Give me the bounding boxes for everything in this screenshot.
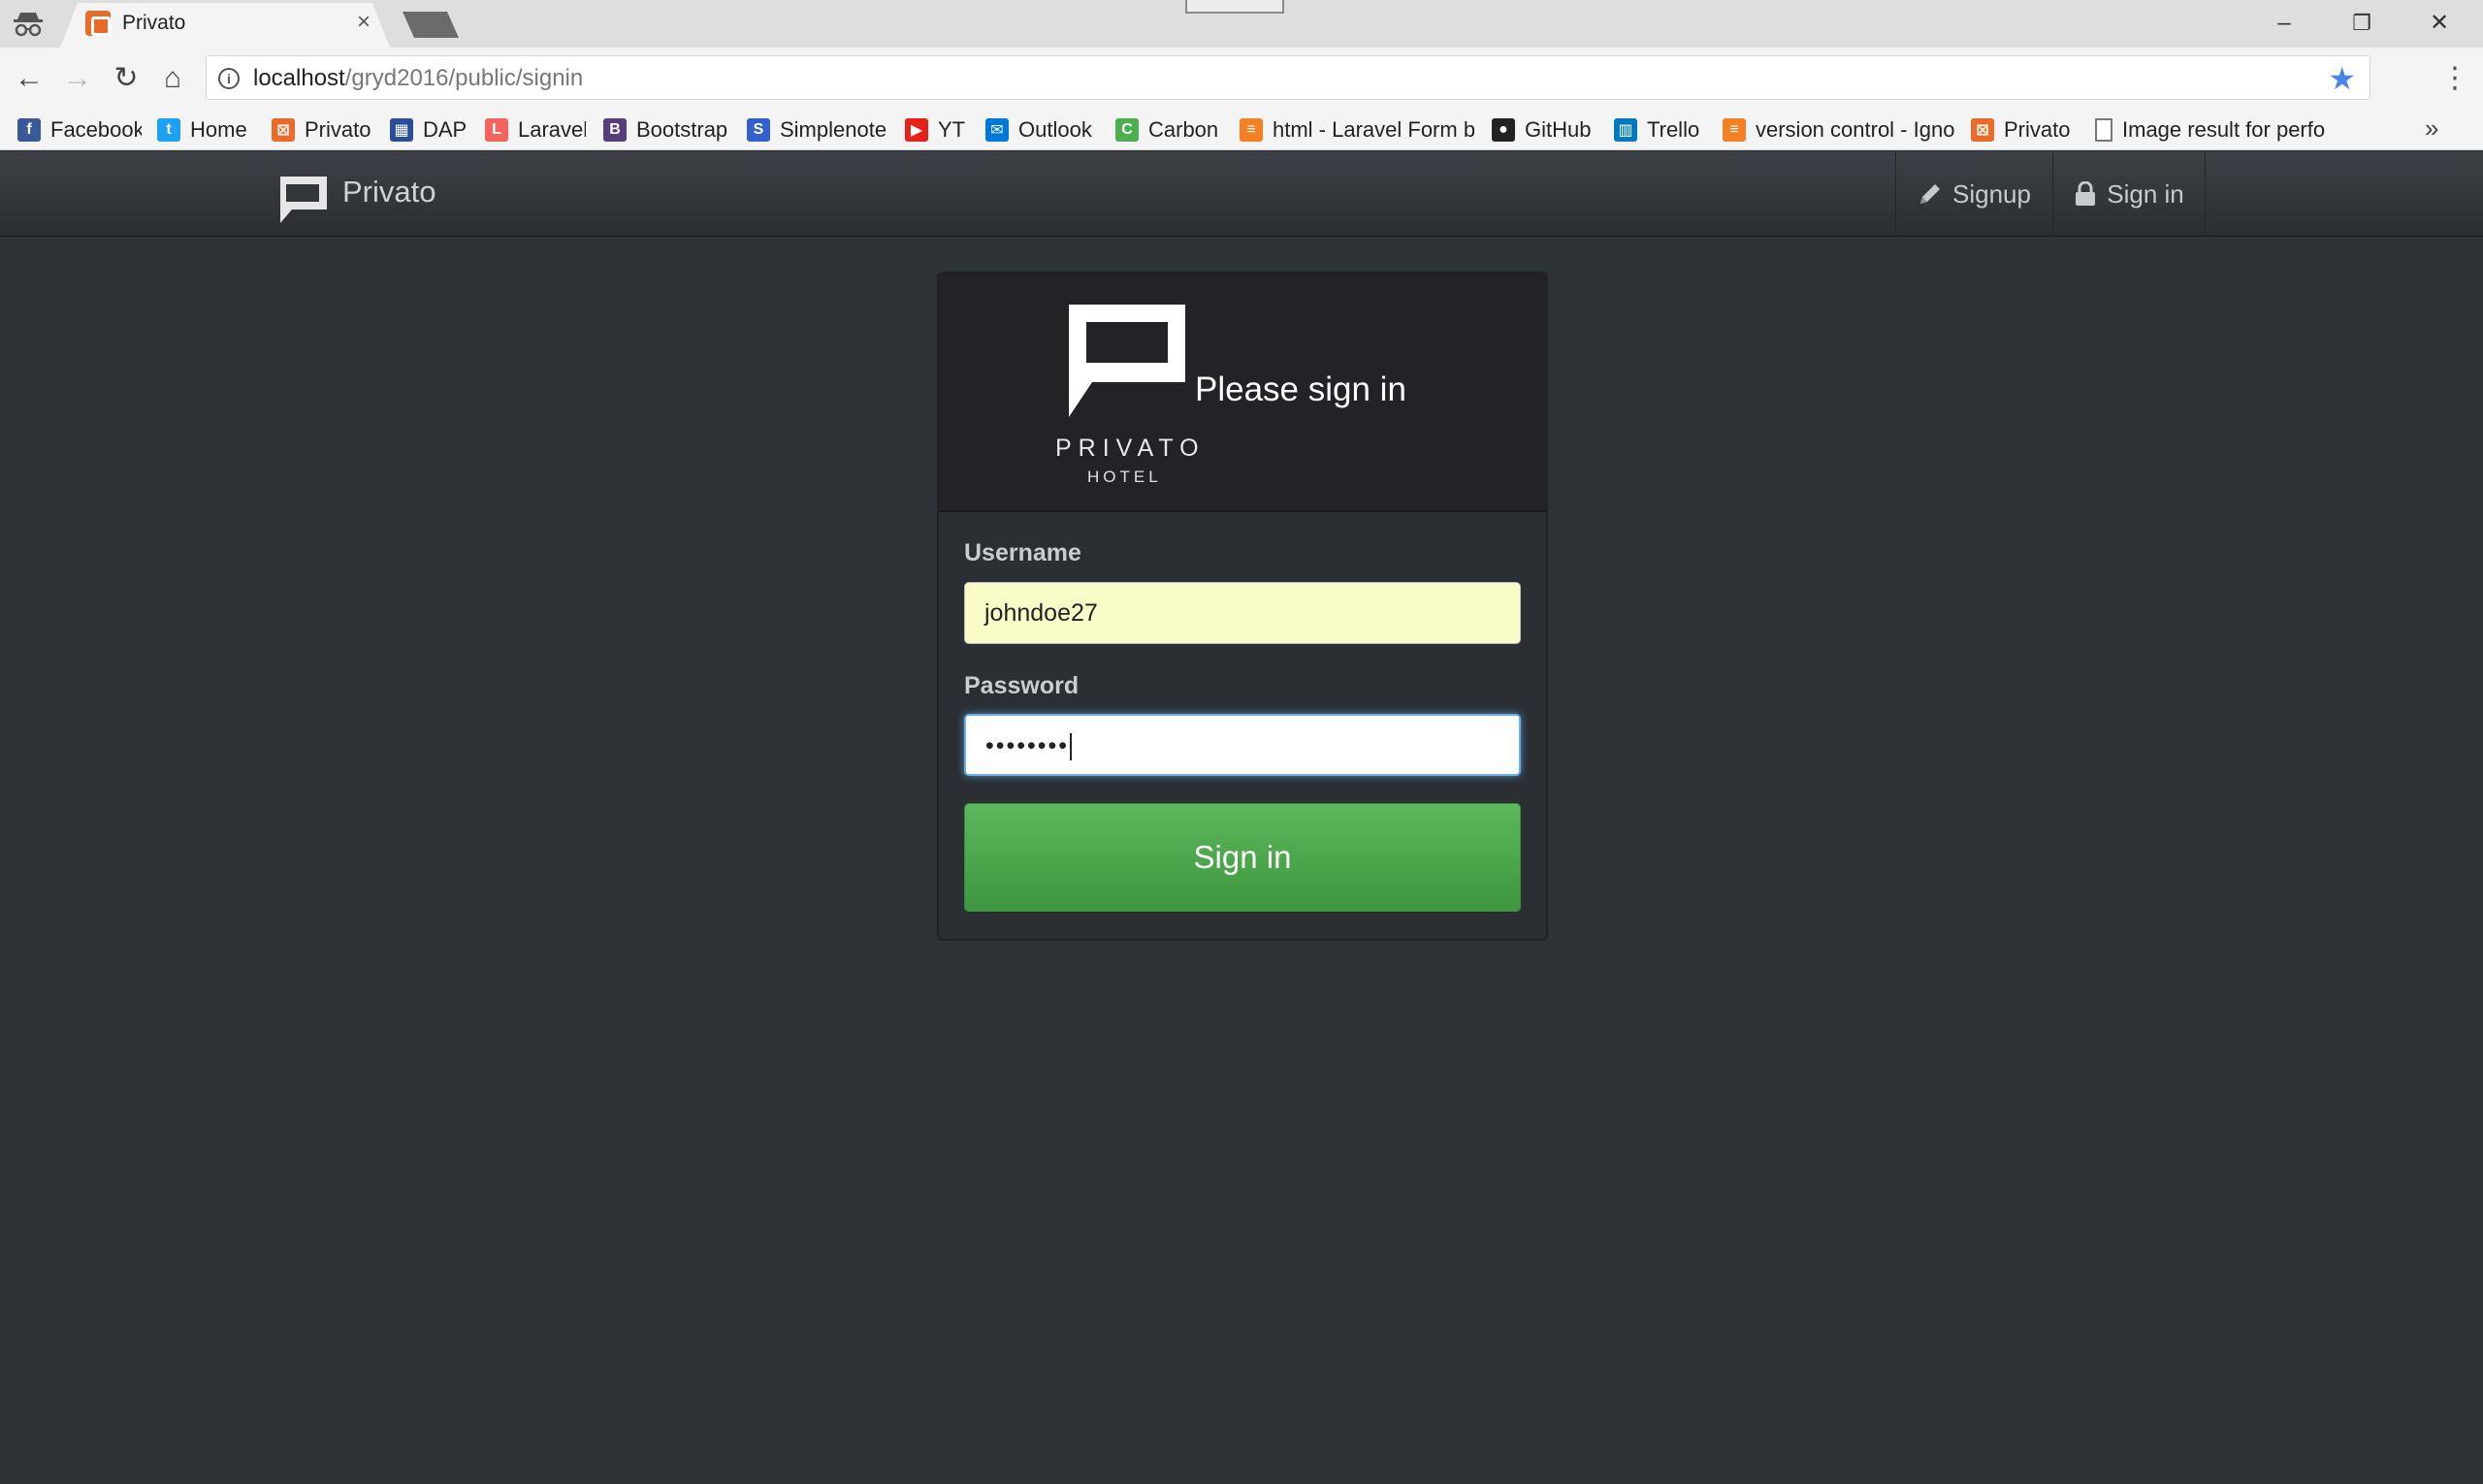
bookmark-label: Carbon bbox=[1148, 117, 1219, 142]
carbon-icon: C bbox=[1115, 118, 1139, 142]
site-info-icon[interactable]: i bbox=[218, 68, 240, 89]
stackoverflow-icon: ≡ bbox=[1723, 118, 1746, 142]
bookmark-item[interactable]: L Laravel bbox=[485, 110, 586, 150]
bookmark-label: Outlook bbox=[1018, 117, 1092, 142]
restore-button[interactable]: ❐ bbox=[2333, 8, 2391, 39]
forward-button[interactable]: → bbox=[58, 59, 97, 98]
bookmark-item[interactable]: f Facebook bbox=[17, 110, 142, 150]
bookmark-item[interactable]: ▦ DAP bbox=[390, 110, 468, 150]
address-bar[interactable]: i localhost/gryd2016/public/signin ★ bbox=[206, 55, 2370, 100]
bookmark-label: YT bbox=[938, 117, 966, 142]
signin-title: Please sign in bbox=[1195, 371, 1406, 408]
outlook-icon: ✉ bbox=[985, 118, 1009, 142]
bookmark-item[interactable]: ▥ Trello bbox=[1614, 110, 1705, 150]
close-window-button[interactable]: ✕ bbox=[2410, 8, 2468, 39]
bookmark-label: Simplenote bbox=[780, 117, 887, 142]
signin-link[interactable]: Sign in bbox=[2052, 151, 2206, 237]
bookmark-label: Home bbox=[190, 117, 247, 142]
github-icon: ● bbox=[1492, 118, 1515, 142]
browser-toolbar: ← → ↻ ⌂ i localhost/gryd2016/public/sign… bbox=[0, 48, 2483, 110]
bookmark-label: Privato bbox=[2004, 117, 2071, 142]
signin-panel: PRIVATO HOTEL Please sign in Username jo… bbox=[937, 272, 1548, 941]
page-icon bbox=[2095, 118, 2112, 142]
close-tab-icon[interactable]: × bbox=[357, 9, 371, 36]
bookmark-item[interactable]: ▶ YT bbox=[905, 110, 967, 150]
dap-icon: ▦ bbox=[390, 118, 413, 142]
url-text[interactable]: localhost/gryd2016/public/signin bbox=[253, 65, 583, 92]
bookmark-item[interactable]: ⊠ Privato bbox=[1971, 110, 2083, 150]
xampp-icon: ⊠ bbox=[1971, 118, 1994, 142]
tab-title: Privato bbox=[122, 12, 186, 34]
bookmark-star-icon[interactable]: ★ bbox=[2328, 60, 2356, 97]
privato-hotel-logo-icon bbox=[1067, 305, 1185, 417]
pencil-icon bbox=[1920, 184, 1941, 204]
bookmark-item[interactable]: ≡ html - Laravel Form b bbox=[1240, 110, 1474, 150]
username-input[interactable]: johndoe27 bbox=[964, 582, 1521, 644]
simplenote-icon: S bbox=[747, 118, 770, 142]
youtube-icon: ▶ bbox=[905, 118, 928, 142]
more-bookmarks-icon[interactable]: » bbox=[2425, 113, 2438, 144]
xampp-icon bbox=[85, 11, 111, 36]
password-label: Password bbox=[964, 672, 1080, 699]
signin-button[interactable]: Sign in bbox=[964, 803, 1521, 912]
password-input[interactable]: •••••••• bbox=[964, 714, 1521, 776]
bookmark-label: Privato bbox=[305, 117, 371, 142]
logo-subtitle: HOTEL bbox=[1087, 468, 1162, 486]
twitter-icon: t bbox=[157, 118, 180, 142]
browser-tab-strip: Privato × – ❐ ✕ bbox=[0, 0, 2483, 48]
bookmark-item[interactable]: ≡ version control - Igno bbox=[1723, 110, 1955, 150]
signup-link[interactable]: Signup bbox=[1895, 151, 2052, 237]
brand-name[interactable]: Privato bbox=[342, 175, 435, 210]
new-tab-button[interactable] bbox=[403, 12, 459, 38]
signin-label: Sign in bbox=[2107, 178, 2184, 209]
username-value: johndoe27 bbox=[984, 599, 1098, 627]
signin-panel-header: PRIVATO HOTEL Please sign in bbox=[939, 274, 1546, 512]
bookmark-label: GitHub bbox=[1525, 117, 1592, 142]
privato-logo-icon[interactable] bbox=[276, 175, 329, 225]
bookmark-item[interactable]: ✉ Outlook bbox=[985, 110, 1102, 150]
bookmark-label: html - Laravel Form b bbox=[1273, 117, 1474, 142]
trello-icon: ▥ bbox=[1614, 118, 1637, 142]
url-host: localhost bbox=[253, 65, 345, 91]
bookmark-item[interactable]: Image result for perfo bbox=[2095, 110, 2328, 150]
bookmark-label: DAP bbox=[423, 117, 468, 142]
incognito-icon bbox=[14, 13, 43, 37]
text-caret bbox=[1070, 733, 1073, 761]
facebook-icon: f bbox=[17, 118, 41, 142]
lock-icon bbox=[2076, 181, 2096, 206]
reload-button[interactable]: ↻ bbox=[107, 59, 145, 98]
bookmark-item[interactable]: S Simplenote bbox=[747, 110, 890, 150]
home-button[interactable]: ⌂ bbox=[153, 59, 192, 98]
xampp-icon: ⊠ bbox=[272, 118, 295, 142]
stackoverflow-icon: ≡ bbox=[1240, 118, 1263, 142]
bookmark-label: Image result for perfo bbox=[2122, 117, 2326, 142]
url-path: /gryd2016/public/signin bbox=[344, 65, 584, 91]
bookmark-label: version control - Igno bbox=[1756, 117, 1955, 142]
bookmark-label: Facebook bbox=[50, 117, 142, 142]
bootstrap-icon: B bbox=[603, 118, 627, 142]
bookmark-item[interactable]: ⊠ Privato bbox=[272, 110, 376, 150]
bookmark-label: Bootstrap bbox=[636, 117, 727, 142]
bookmark-item[interactable]: ● GitHub bbox=[1492, 110, 1598, 150]
password-value: •••••••• bbox=[985, 732, 1070, 759]
signup-label: Signup bbox=[1952, 178, 2031, 209]
browser-menu-icon[interactable]: ⋮ bbox=[2440, 59, 2469, 98]
bookmark-item[interactable]: t Home bbox=[157, 110, 258, 150]
window-drag-handle[interactable] bbox=[1185, 0, 1284, 14]
bookmark-item[interactable]: C Carbon bbox=[1115, 110, 1224, 150]
minimize-button[interactable]: – bbox=[2255, 8, 2313, 39]
back-button[interactable]: ← bbox=[10, 59, 48, 98]
bookmark-label: Laravel bbox=[518, 117, 586, 142]
bookmark-label: Trello bbox=[1647, 117, 1700, 142]
bookmark-item[interactable]: B Bootstrap bbox=[603, 110, 727, 150]
laravel-icon: L bbox=[485, 118, 508, 142]
logo-wordmark: PRIVATO bbox=[1055, 435, 1206, 462]
username-label: Username bbox=[964, 539, 1081, 566]
bookmarks-bar: f Facebook t Home ⊠ Privato ▦ DAP L Laravel B Boots… bbox=[0, 110, 2483, 150]
app-navbar: Privato Signup Sign in bbox=[0, 151, 2483, 237]
